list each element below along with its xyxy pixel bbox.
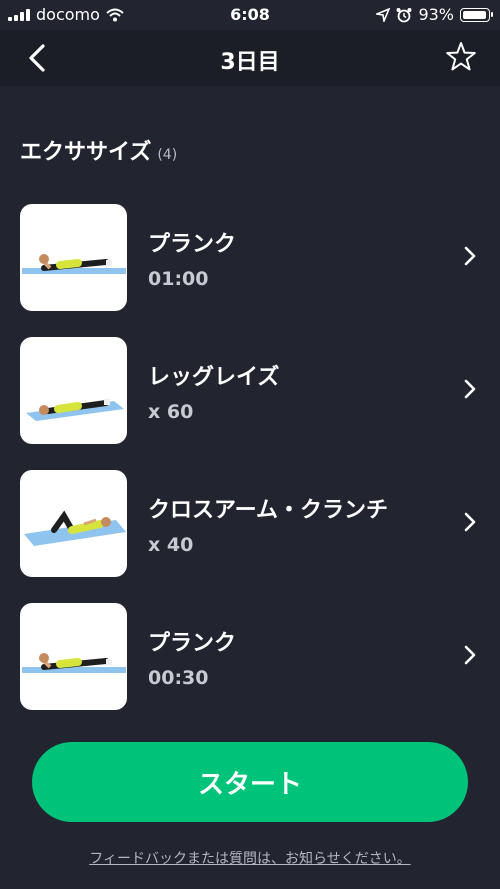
exercise-duration: 00:30 <box>148 667 209 689</box>
location-icon <box>376 7 391 22</box>
exercise-reps: x 60 <box>148 401 194 423</box>
exercise-item-plank[interactable]: プランク 01:00 <box>0 204 500 311</box>
status-right: 93% <box>376 5 493 24</box>
exercise-name: プランク <box>148 631 237 656</box>
exercise-name: クロスアーム・クランチ <box>148 498 389 523</box>
exercise-item-cross-arm-crunch[interactable]: クロスアーム・クランチ x 40 <box>0 470 500 577</box>
plank-illustration <box>20 204 127 311</box>
start-button[interactable]: スタート <box>32 742 468 822</box>
exercise-item-plank-2[interactable]: プランク 00:30 <box>0 603 500 710</box>
chevron-right-icon <box>464 645 476 665</box>
status-bar: docomo 6:08 93% <box>0 0 500 30</box>
battery-percent: 93% <box>418 5 454 24</box>
exercise-item-leg-raise[interactable]: レッグレイズ x 60 <box>0 337 500 444</box>
exercise-reps: x 40 <box>148 534 194 556</box>
section-header: エクササイズ (4) <box>20 134 177 166</box>
exercise-duration: 01:00 <box>148 268 209 290</box>
alarm-icon <box>396 7 412 22</box>
exercise-name: プランク <box>148 232 237 257</box>
chevron-right-icon <box>464 246 476 266</box>
nav-bar: 3日目 <box>0 30 500 86</box>
leg-raise-illustration <box>20 337 127 444</box>
section-title: エクササイズ <box>20 140 152 165</box>
plank-illustration <box>20 603 127 710</box>
page-title: 3日目 <box>220 50 280 75</box>
chevron-right-icon <box>464 512 476 532</box>
battery-icon <box>460 7 493 22</box>
cross-arm-crunch-illustration <box>20 470 127 577</box>
chevron-right-icon <box>464 379 476 399</box>
exercise-name: レッグレイズ <box>148 365 280 390</box>
star-outline-icon[interactable] <box>444 40 478 74</box>
exercise-list: プランク 01:00 レッグレイズ x 60 クロスアーム・クランチ x 40 … <box>0 204 500 736</box>
section-count: (4) <box>157 147 178 163</box>
feedback-link[interactable]: フィードバックまたは質問は、お知らせください。 <box>0 848 500 868</box>
